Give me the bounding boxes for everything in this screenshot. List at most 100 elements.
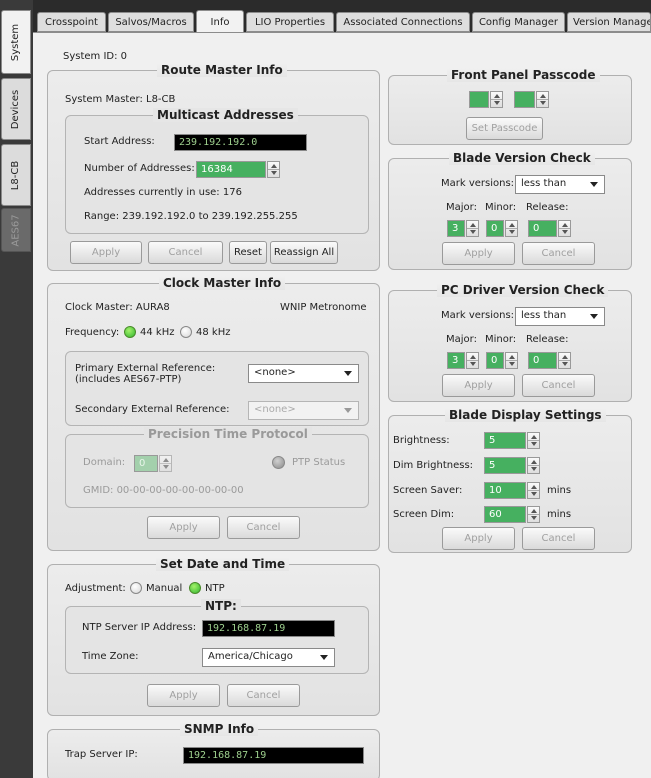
pc-major-field[interactable]: 3 — [447, 352, 465, 369]
side-tab-bar: System Devices L8-CB AES67 — [0, 0, 33, 778]
date-time-panel: Set Date and Time Adjustment: Manual NTP… — [47, 557, 380, 716]
display-cancel-button[interactable]: Cancel — [522, 527, 595, 550]
snmp-title: SNMP Info — [180, 722, 259, 736]
blade-version-panel: Blade Version Check Mark versions: less … — [388, 151, 632, 270]
passcode-spinner-2[interactable] — [536, 91, 549, 108]
tab-config-manager[interactable]: Config Manager — [472, 12, 565, 32]
freq-44-label: 44 kHz — [140, 327, 175, 338]
number-addresses-spinner[interactable] — [267, 161, 280, 178]
blade-minor-spinner[interactable] — [505, 220, 518, 237]
freq-48-radio[interactable] — [180, 326, 192, 338]
ptp-status-label: PTP Status — [292, 457, 346, 468]
chevron-down-icon — [590, 314, 598, 319]
brightness-label: Brightness: — [393, 435, 450, 446]
pc-mark-value: less than — [521, 310, 567, 321]
start-address-field[interactable]: 239.192.192.0 — [174, 134, 307, 151]
dim-brightness-field[interactable]: 5 — [484, 457, 526, 474]
time-zone-select[interactable]: America/Chicago — [202, 648, 335, 667]
ptp-domain-label: Domain: — [83, 457, 126, 468]
secondary-ref-label: Secondary External Reference: — [75, 404, 230, 415]
clock-apply-button[interactable]: Apply — [147, 516, 220, 539]
blade-mark-label: Mark versions: — [441, 178, 515, 189]
pc-major-spinner[interactable] — [466, 352, 479, 369]
passcode-field-2[interactable] — [514, 91, 535, 108]
pc-minor-field[interactable]: 0 — [486, 352, 504, 369]
ntp-radio[interactable] — [189, 582, 201, 594]
reset-button[interactable]: Reset — [229, 241, 267, 264]
side-tab-label: System — [10, 23, 22, 61]
brightness-field[interactable]: 5 — [484, 432, 526, 449]
ntp-server-field[interactable]: 192.168.87.19 — [202, 620, 335, 637]
pc-cancel-button[interactable]: Cancel — [522, 374, 595, 397]
chevron-down-icon — [320, 655, 328, 660]
dim-brightness-spinner[interactable] — [527, 457, 540, 474]
address-range: Range: 239.192.192.0 to 239.192.255.255 — [84, 211, 298, 222]
blade-mark-select[interactable]: less than — [515, 175, 605, 194]
date-cancel-button[interactable]: Cancel — [227, 684, 300, 707]
freq-48-label: 48 kHz — [196, 327, 231, 338]
screen-dim-field[interactable]: 60 — [484, 506, 526, 523]
manual-radio[interactable] — [130, 582, 142, 594]
blade-apply-button[interactable]: Apply — [442, 242, 515, 265]
display-apply-button[interactable]: Apply — [442, 527, 515, 550]
blade-release-spinner[interactable] — [558, 220, 571, 237]
tab-salvos-macros[interactable]: Salvos/Macros — [108, 12, 194, 32]
ptp-gmid: GMID: 00-00-00-00-00-00-00-00 — [83, 485, 244, 496]
route-apply-button[interactable]: Apply — [70, 241, 142, 264]
blade-release-label: Release: — [526, 202, 569, 213]
clock-master-value: Clock Master: AURA8 — [65, 302, 170, 313]
date-apply-button[interactable]: Apply — [147, 684, 220, 707]
passcode-field-1[interactable] — [469, 91, 489, 108]
trap-server-field[interactable]: 192.168.87.19 — [183, 747, 364, 764]
ptp-status-led-icon — [272, 456, 285, 469]
tab-associated-connections[interactable]: Associated Connections — [336, 12, 470, 32]
blade-minor-field[interactable]: 0 — [486, 220, 504, 237]
passcode-spinner-1[interactable] — [490, 91, 503, 108]
side-tab-devices[interactable]: Devices — [1, 78, 31, 140]
side-tab-system[interactable]: System — [1, 10, 31, 74]
blade-minor-label: Minor: — [485, 202, 517, 213]
tab-version-manager[interactable]: Version Manage — [567, 12, 651, 32]
blade-display-panel: Blade Display Settings Brightness: 5 Dim… — [388, 408, 632, 553]
blade-display-title: Blade Display Settings — [445, 408, 606, 422]
pc-driver-panel: PC Driver Version Check Mark versions: l… — [388, 283, 632, 402]
clock-master-title: Clock Master Info — [159, 276, 286, 290]
system-id: System ID: 0 — [63, 51, 128, 62]
pc-major-label: Major: — [446, 334, 477, 345]
primary-ref-select[interactable]: <none> — [248, 364, 359, 383]
pc-release-label: Release: — [526, 334, 569, 345]
blade-release-field[interactable]: 0 — [528, 220, 557, 237]
blade-major-spinner[interactable] — [466, 220, 479, 237]
number-addresses-field[interactable]: 16384 — [196, 161, 266, 178]
freq-44-radio[interactable] — [124, 326, 136, 338]
brightness-spinner[interactable] — [527, 432, 540, 449]
pc-release-spinner[interactable] — [558, 352, 571, 369]
tab-lio-properties[interactable]: LIO Properties — [246, 12, 334, 32]
screen-dim-label: Screen Dim: — [393, 509, 455, 520]
tab-info[interactable]: Info — [196, 10, 244, 33]
manual-label: Manual — [146, 583, 183, 594]
ntp-title: NTP: — [201, 599, 241, 613]
side-tab-aes67: AES67 — [1, 208, 31, 252]
primary-ref-sublabel: (includes AES67-PTP) — [75, 374, 182, 385]
screen-saver-unit: mins — [547, 485, 572, 496]
blade-cancel-button[interactable]: Cancel — [522, 242, 595, 265]
screen-saver-spinner[interactable] — [527, 482, 540, 499]
pc-mark-select[interactable]: less than — [515, 307, 605, 326]
reassign-all-button[interactable]: Reassign All — [270, 241, 338, 264]
ptp-title: Precision Time Protocol — [144, 427, 312, 441]
tab-crosspoint[interactable]: Crosspoint — [37, 12, 106, 32]
clock-master-panel: Clock Master Info Clock Master: AURA8 WN… — [47, 276, 380, 551]
system-master: System Master: L8-CB — [65, 94, 176, 105]
screen-saver-field[interactable]: 10 — [484, 482, 526, 499]
set-passcode-button[interactable]: Set Passcode — [466, 117, 543, 140]
pc-minor-label: Minor: — [485, 334, 517, 345]
blade-major-field[interactable]: 3 — [447, 220, 465, 237]
screen-dim-spinner[interactable] — [527, 506, 540, 523]
route-cancel-button[interactable]: Cancel — [148, 241, 223, 264]
side-tab-l8-cb[interactable]: L8-CB — [1, 144, 31, 206]
pc-release-field[interactable]: 0 — [528, 352, 557, 369]
pc-minor-spinner[interactable] — [505, 352, 518, 369]
pc-apply-button[interactable]: Apply — [442, 374, 515, 397]
clock-cancel-button[interactable]: Cancel — [227, 516, 300, 539]
